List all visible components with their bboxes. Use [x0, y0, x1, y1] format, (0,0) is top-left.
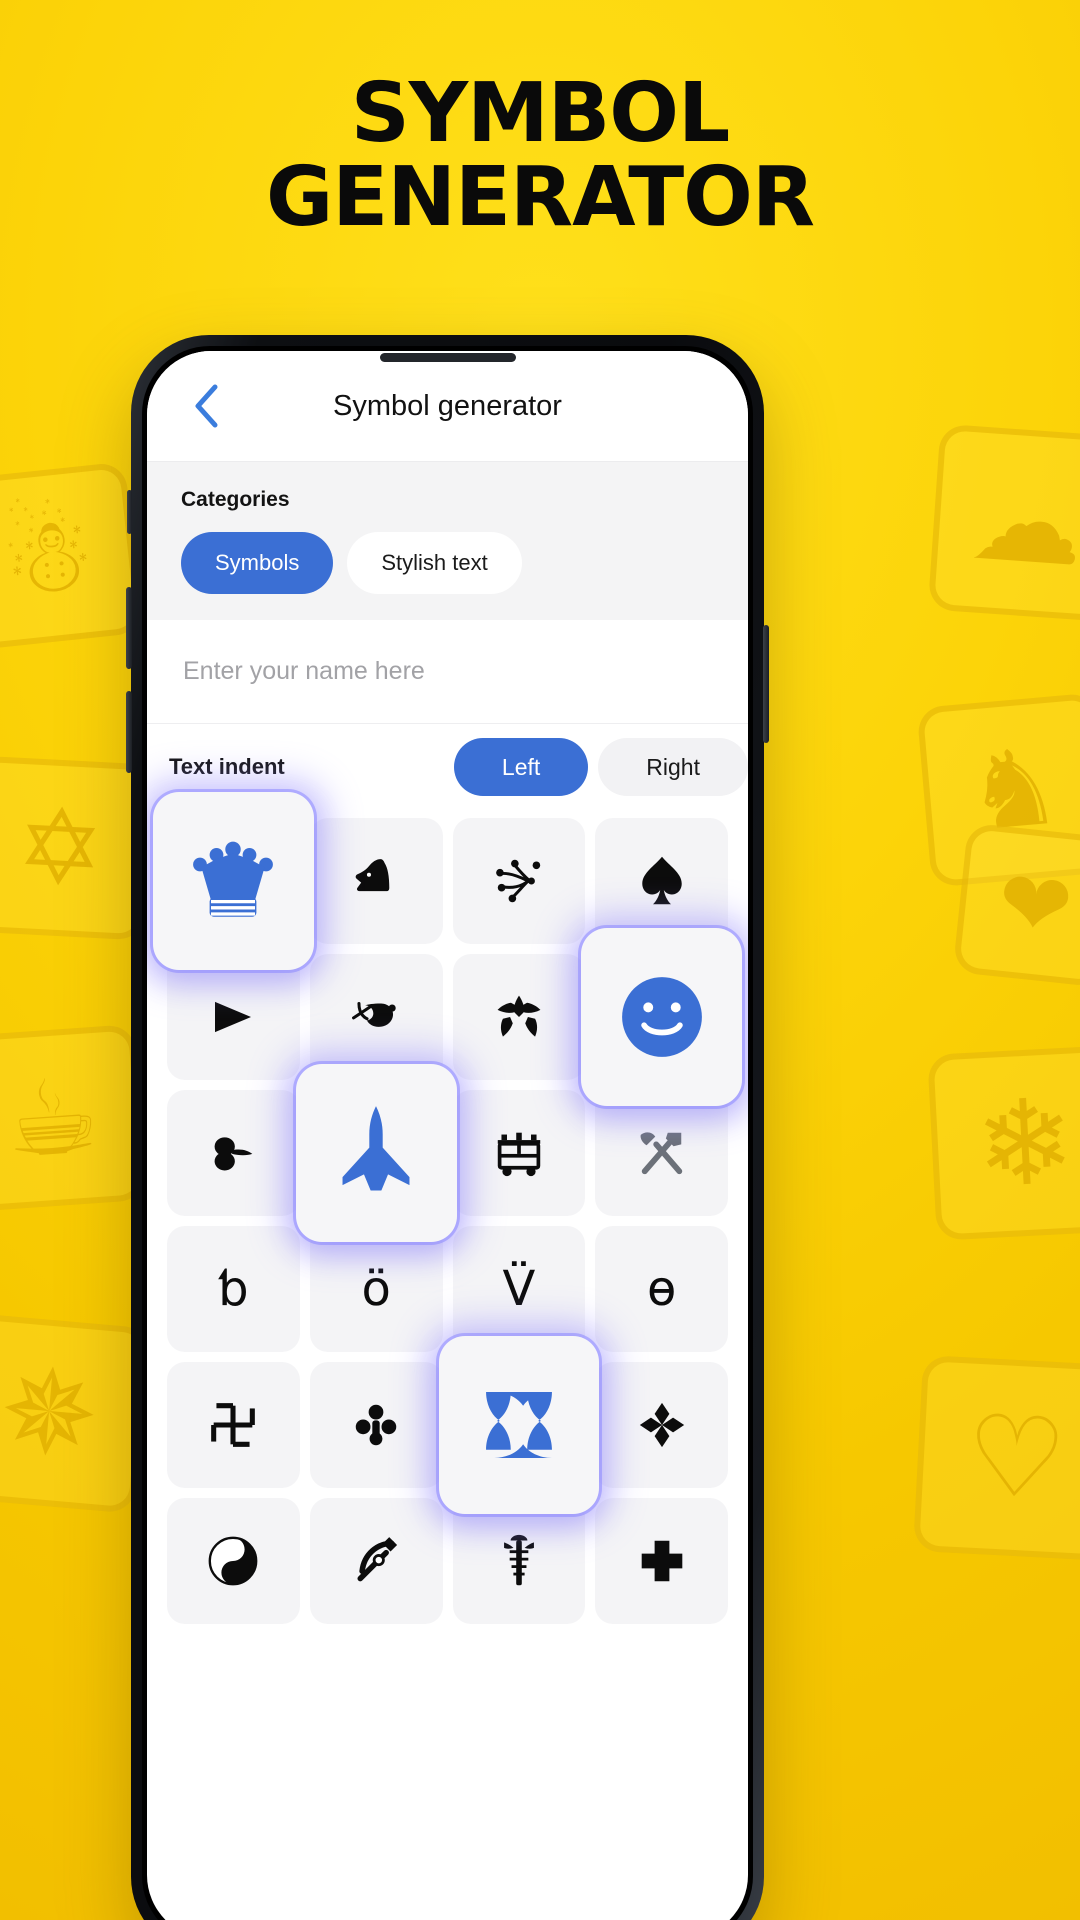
- volume-up-button[interactable]: [126, 587, 132, 669]
- chess-queen-symbol[interactable]: [153, 792, 314, 970]
- poster-canvas: ☃ ✡ ☕ ✵ ☁ ♞ ❤ ❄ ♡ SYMBOL GENERATOR Symbo…: [0, 0, 1080, 1920]
- name-input-row[interactable]: [147, 620, 748, 724]
- mute-switch[interactable]: [127, 490, 132, 534]
- cross-pattee-icon: [641, 1540, 682, 1582]
- category-chip-stylish-text[interactable]: Stylish text: [347, 532, 522, 594]
- yin-yang-icon: [209, 1536, 258, 1586]
- spade-suit-icon: [641, 856, 682, 905]
- cloud-icon: ☁: [966, 454, 1080, 592]
- caduceus-symbol[interactable]: [452, 1498, 586, 1624]
- cupid-bow-icon: [352, 1002, 396, 1027]
- chess-knight-symbol[interactable]: [309, 818, 443, 944]
- headline-line-1: SYMBOL: [350, 66, 730, 161]
- hammer-and-wrench-symbol[interactable]: [595, 1090, 728, 1216]
- text-indent-toggle: Left Right: [453, 738, 748, 796]
- caduceus-icon: [503, 1534, 534, 1586]
- heart-tile: ❤: [952, 822, 1080, 988]
- hammer-and-wrench-icon: [640, 1132, 682, 1175]
- four-diamonds-symbol[interactable]: [595, 1362, 728, 1488]
- snowman-icon: ☃: [0, 490, 101, 622]
- shamrock-icon: [355, 1404, 397, 1446]
- volume-down-button[interactable]: [126, 691, 132, 773]
- page-title-nav: Symbol generator: [333, 389, 562, 422]
- snowflake-icon: ❄: [972, 1071, 1078, 1215]
- cherry-blossom-icon: [497, 995, 541, 1037]
- swastika-icon: [211, 1403, 256, 1447]
- eight-point-star-tile: ✵: [0, 1312, 150, 1514]
- chess-queen-icon: [193, 841, 274, 917]
- o-diaeresis-letter-icon: ö: [361, 1261, 391, 1317]
- heart-icon: ❤: [992, 849, 1078, 960]
- shamrock-symbol[interactable]: [309, 1362, 443, 1488]
- hammer-and-sickle-icon: [357, 1537, 398, 1582]
- hot-beverage-icon: ☕: [1, 1053, 103, 1183]
- fire-truck-symbol[interactable]: [452, 1090, 586, 1216]
- maltese-cross-symbol[interactable]: [438, 1336, 600, 1514]
- heart-frame-icon: ♡: [962, 1390, 1070, 1526]
- o-bar-letter-icon: ө: [646, 1261, 677, 1317]
- app-screen: Symbol generator Categories Symbols Styl…: [147, 351, 748, 1920]
- categories-panel: Categories Symbols Stylish text: [147, 461, 748, 620]
- h-bar-letter-icon: ƅ: [218, 1261, 249, 1317]
- knight-tile: ♞: [916, 692, 1080, 888]
- name-input[interactable]: [183, 657, 692, 686]
- fighter-jet-symbol[interactable]: [295, 1064, 457, 1242]
- cherry-blossom-symbol[interactable]: [452, 954, 586, 1080]
- indent-left-label: Left: [501, 753, 541, 780]
- page-title: SYMBOL GENERATOR: [0, 72, 1080, 239]
- maltese-cross-icon: [485, 1392, 552, 1458]
- indent-right-label: Right: [646, 753, 700, 780]
- phone-bezel: Symbol generator Categories Symbols Styl…: [142, 346, 753, 1920]
- symbol-grid: ƅ ö V̈ ө: [153, 792, 742, 1624]
- category-chip-row: Symbols Stylish text: [147, 532, 748, 594]
- hammer-and-sickle-symbol[interactable]: [309, 1498, 443, 1624]
- cupid-bow-symbol[interactable]: [309, 954, 443, 1080]
- symbol-grid-wrapper: ƅ ö V̈ ө: [147, 792, 748, 1624]
- fire-truck-icon: [497, 1132, 541, 1177]
- eight-point-star-icon: ✵: [0, 1339, 105, 1487]
- smiley-face-icon: [621, 977, 702, 1057]
- chevron-left-icon: [195, 384, 218, 428]
- swastika-symbol[interactable]: [167, 1362, 300, 1488]
- knight-icon: ♞: [961, 724, 1067, 855]
- smiley-face-symbol[interactable]: [581, 928, 742, 1106]
- cloud-tile: ☁: [927, 423, 1080, 623]
- indent-left-button[interactable]: Left: [453, 738, 589, 796]
- category-chip-symbols-label: Symbols: [215, 550, 300, 575]
- h-bar-letter-symbol[interactable]: ƅ: [167, 1226, 300, 1352]
- club-leaf-symbol[interactable]: [167, 1090, 300, 1216]
- swirl-ornament-symbol[interactable]: [452, 818, 586, 944]
- cross-pattee-symbol[interactable]: [595, 1498, 728, 1624]
- four-diamonds-icon: [639, 1402, 684, 1448]
- o-bar-letter-symbol[interactable]: ө: [595, 1226, 728, 1352]
- v-diaeresis-letter-symbol[interactable]: V̈: [452, 1226, 586, 1352]
- phone-mockup: Symbol generator Categories Symbols Styl…: [126, 335, 769, 1920]
- text-indent-label: Text indent: [169, 754, 285, 779]
- star-of-david-icon: ✡: [13, 784, 107, 912]
- o-diaeresis-letter-symbol[interactable]: ö: [309, 1226, 443, 1352]
- fighter-jet-icon: [342, 1106, 410, 1191]
- chess-knight-icon: [355, 859, 390, 892]
- categories-label: Categories: [181, 488, 290, 511]
- earpiece-speaker: [379, 353, 516, 362]
- power-button[interactable]: [763, 625, 769, 743]
- category-chip-symbols[interactable]: Symbols: [181, 532, 334, 594]
- snowman-tile: ☃: [0, 461, 143, 651]
- v-diaeresis-letter-icon: V̈: [502, 1261, 536, 1317]
- app-navbar: Symbol generator: [147, 351, 748, 461]
- club-leaf-icon: [214, 1137, 253, 1171]
- heart-frame-tile: ♡: [913, 1355, 1080, 1561]
- indent-right-button[interactable]: Right: [598, 738, 748, 796]
- headline-line-2: GENERATOR: [266, 149, 815, 245]
- yin-yang-symbol[interactable]: [167, 1498, 300, 1624]
- play-triangle-symbol[interactable]: [167, 954, 300, 1080]
- spade-suit-symbol[interactable]: [595, 818, 728, 944]
- snowflake-tile: ❄: [927, 1045, 1080, 1241]
- back-button[interactable]: [181, 380, 233, 432]
- play-triangle-icon: [215, 1001, 252, 1033]
- category-chip-stylish-text-label: Stylish text: [381, 550, 488, 575]
- star-of-david-tile: ✡: [0, 755, 153, 941]
- swirl-ornament-icon: [496, 859, 541, 903]
- hot-beverage-tile: ☕: [0, 1024, 146, 1212]
